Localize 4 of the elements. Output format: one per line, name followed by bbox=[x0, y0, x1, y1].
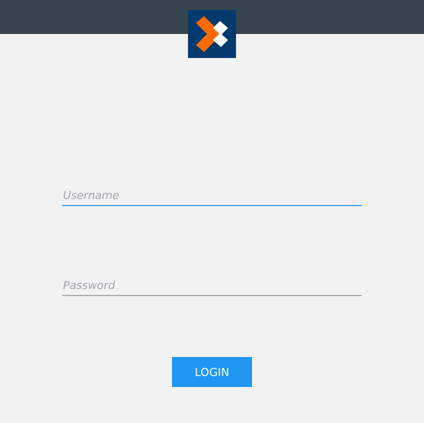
input-field[interactable]: Username bbox=[62, 185, 362, 206]
login-button[interactable]: LOGIN bbox=[172, 357, 252, 387]
input-field[interactable]: Password bbox=[62, 275, 362, 296]
logo-icon bbox=[188, 10, 236, 58]
